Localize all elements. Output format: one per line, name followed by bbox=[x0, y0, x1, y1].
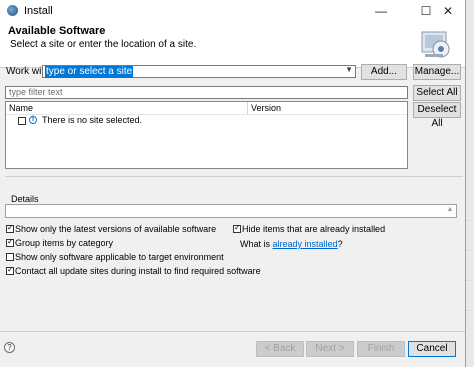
minimize-button[interactable]: — bbox=[366, 0, 396, 22]
eclipse-icon bbox=[7, 5, 18, 16]
column-header-name[interactable]: Name bbox=[6, 102, 247, 114]
cancel-button[interactable]: Cancel bbox=[408, 341, 456, 357]
what-is-suffix: ? bbox=[337, 239, 343, 249]
work-with-combo[interactable]: type or select a site ▼ bbox=[42, 65, 356, 78]
hide-installed-label: Hide items that are already installed bbox=[242, 224, 386, 234]
what-is-installed-line: What is already installed? bbox=[240, 238, 343, 249]
hide-installed-checkbox[interactable] bbox=[233, 223, 241, 233]
applicable-only-checkbox[interactable] bbox=[6, 253, 14, 261]
page-description: Select a site or enter the location of a… bbox=[10, 39, 197, 50]
contact-all-sites-checkbox[interactable] bbox=[6, 265, 14, 275]
row-checkbox[interactable] bbox=[18, 117, 26, 125]
row-label: There is no site selected. bbox=[42, 115, 143, 125]
footer-separator bbox=[0, 331, 465, 332]
install-dialog: Install — ☐ ✕ Available Software Select … bbox=[0, 0, 466, 367]
close-button[interactable]: ✕ bbox=[433, 0, 463, 22]
wizard-header: Available Software Select a site or ente… bbox=[0, 22, 465, 68]
back-button[interactable]: < Back bbox=[256, 341, 304, 357]
applicable-only-label: Show only software applicable to target … bbox=[15, 252, 224, 262]
software-table[interactable]: Name Version i There is no site selected… bbox=[5, 101, 408, 169]
manage-button[interactable]: Manage... bbox=[413, 64, 461, 80]
select-all-button[interactable]: Select All bbox=[413, 85, 461, 101]
already-installed-link[interactable]: already installed bbox=[273, 239, 338, 249]
next-button[interactable]: Next > bbox=[306, 341, 354, 357]
work-with-value[interactable]: type or select a site bbox=[45, 66, 134, 78]
latest-versions-label: Show only the latest versions of availab… bbox=[15, 224, 217, 234]
what-is-prefix: What is bbox=[240, 239, 273, 249]
title-bar: Install — ☐ ✕ bbox=[0, 0, 465, 22]
column-header-version[interactable]: Version bbox=[248, 102, 401, 114]
scroll-up-icon[interactable]: ▲ bbox=[445, 206, 455, 216]
finish-button[interactable]: Finish bbox=[357, 341, 405, 357]
help-icon[interactable]: ? bbox=[4, 342, 15, 353]
install-wizard-icon bbox=[421, 31, 450, 58]
group-by-category-checkbox[interactable] bbox=[6, 237, 14, 247]
add-button[interactable]: Add... bbox=[361, 64, 407, 80]
filter-input[interactable]: type filter text bbox=[5, 86, 408, 99]
sash-divider[interactable] bbox=[5, 176, 463, 177]
deselect-all-button[interactable]: Deselect All bbox=[413, 102, 461, 129]
info-icon: i bbox=[29, 116, 37, 124]
details-area: ▲ bbox=[5, 204, 457, 218]
background-window-edge bbox=[466, 210, 474, 320]
chevron-down-icon[interactable]: ▼ bbox=[345, 65, 353, 74]
contact-all-sites-label: Contact all update sites during install … bbox=[15, 266, 261, 276]
page-title: Available Software bbox=[8, 25, 106, 37]
group-by-category-label: Group items by category bbox=[15, 238, 114, 248]
latest-versions-checkbox[interactable] bbox=[6, 223, 14, 233]
window-title: Install bbox=[24, 5, 53, 17]
details-label: Details bbox=[11, 194, 39, 204]
